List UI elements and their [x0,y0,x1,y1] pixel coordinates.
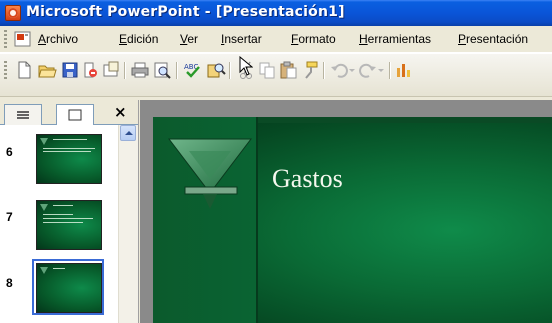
open-icon[interactable] [37,60,57,80]
slide-number: 7 [6,210,13,224]
slide-thumbnail[interactable] [36,200,102,250]
print-icon[interactable] [130,60,150,80]
new-icon[interactable] [14,60,34,80]
mouse-cursor-icon [239,56,253,76]
pane-scrollbar[interactable] [118,125,138,323]
toolbar-separator [389,62,390,79]
powerpoint-app-icon[interactable] [5,5,21,21]
undo-icon[interactable] [329,60,349,80]
slide-thumbnail[interactable] [36,134,102,184]
menu-edicion[interactable]: Edición [119,32,158,46]
menu-insertar[interactable]: Insertar [221,32,262,46]
toolbar-separator [176,62,177,79]
copy-icon[interactable] [257,60,277,80]
toolbar-separator [124,62,125,79]
close-pane-icon[interactable]: × [114,103,127,121]
slide-thumbnail-selected[interactable] [36,263,102,313]
toolbar-grip[interactable] [4,61,7,81]
menu-herramientas[interactable]: Herramientas [359,32,431,46]
spelling-icon[interactable]: ABC [183,60,203,80]
toolbar-separator [323,62,324,79]
menu-ver[interactable]: Ver [180,32,198,46]
standard-toolbar: ABC [0,53,552,97]
menu-presentacion[interactable]: Presentación [458,32,528,46]
redo-icon[interactable] [358,60,378,80]
window-title: Microsoft PowerPoint - [Presentación1] [26,4,345,20]
email-icon[interactable] [101,60,121,80]
slides-pane: × 6 7 8 [0,100,139,323]
pane-tabstrip: × [0,100,138,126]
permission-icon[interactable] [80,60,100,80]
slide-pyramid-graphic [167,138,253,209]
tab-slides[interactable] [56,104,94,126]
undo-dropdown-icon[interactable] [348,60,356,80]
outline-icon [17,111,29,119]
title-bar: Microsoft PowerPoint - [Presentación1] [0,0,552,26]
menu-formato[interactable]: Formato [291,32,336,46]
slide-tab-icon [68,109,82,121]
research-icon[interactable] [206,60,226,80]
toolbar-separator [229,62,230,79]
paste-icon[interactable] [278,60,298,80]
slide-number: 8 [6,276,13,290]
slide-number: 6 [6,145,13,159]
menu-archivo[interactable]: Archivo [38,32,78,46]
menubar-grip[interactable] [4,30,7,48]
tab-outline[interactable] [4,104,42,125]
document-menu-icon[interactable] [14,31,31,47]
current-slide[interactable] [153,117,552,323]
slide-title[interactable]: Gastos [272,164,343,194]
redo-dropdown-icon[interactable] [377,60,385,80]
print-preview-icon[interactable] [152,60,172,80]
insert-chart-icon[interactable] [394,60,414,80]
slides-list: 6 7 8 [0,125,118,323]
format-painter-icon[interactable] [300,60,320,80]
scroll-up-arrow-icon[interactable] [120,125,136,141]
save-icon[interactable] [60,60,80,80]
